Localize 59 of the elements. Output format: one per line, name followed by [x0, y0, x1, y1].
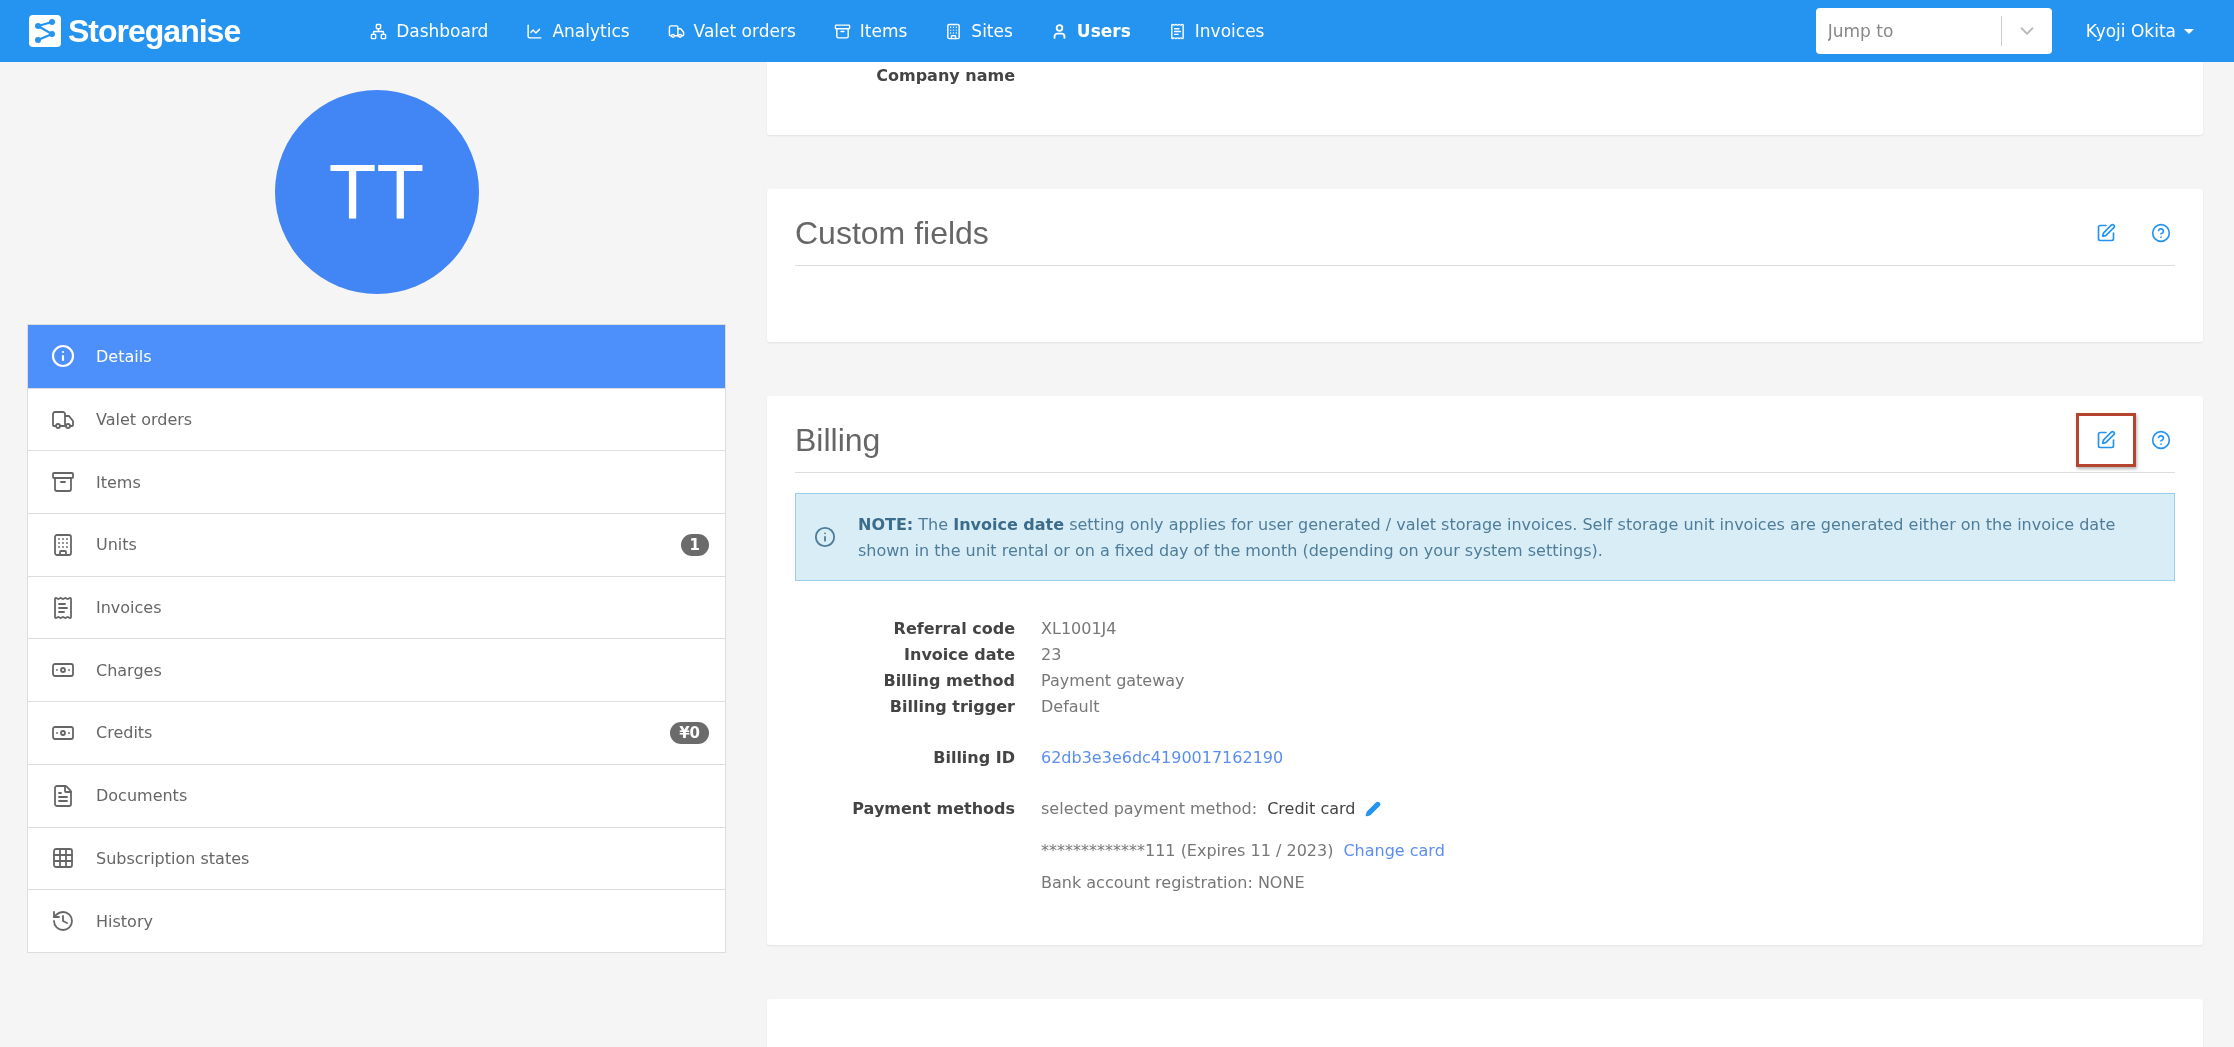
- card-title: Billing: [795, 421, 882, 460]
- nav-link[interactable]: Sites: [945, 21, 1013, 41]
- field-label: Company name: [875, 65, 1015, 87]
- user-menu[interactable]: Kyoji Okita: [2085, 21, 2194, 41]
- sitemap-icon: [370, 22, 388, 40]
- archive-icon: [833, 22, 851, 40]
- count-badge: 1: [680, 533, 709, 556]
- logo-icon: [28, 14, 62, 48]
- info-icon: [51, 344, 75, 369]
- info-icon: [814, 526, 836, 548]
- nav-link[interactable]: Users: [1050, 21, 1131, 41]
- invoice-icon: [1168, 22, 1186, 40]
- field-value: 23: [1041, 644, 1063, 666]
- sidebar-label: Credits: [96, 723, 154, 743]
- table-icon: [51, 846, 75, 871]
- card-number: *************111 (Expires 11 / 2023): [1041, 840, 1334, 862]
- field-label: Invoice date: [903, 644, 1015, 666]
- billing-id-link[interactable]: 62db3e3e6dc4190017162190: [1041, 746, 1284, 770]
- sidebar-item[interactable]: Details: [28, 325, 725, 388]
- sidebar-label: Units: [96, 535, 138, 555]
- sidebar-label: Invoices: [96, 598, 163, 618]
- archive-icon: [51, 470, 75, 495]
- field-value: XL1001J4: [1041, 618, 1118, 640]
- field-label: Billing method: [882, 670, 1015, 692]
- sidebar-label: Documents: [96, 786, 189, 806]
- sidebar-label: Items: [96, 472, 142, 492]
- edit-icon[interactable]: [1365, 801, 1382, 817]
- nav-link[interactable]: Dashboard: [370, 21, 489, 41]
- history-icon: [51, 909, 75, 934]
- card-title: Custom fields: [795, 214, 990, 253]
- count-badge: ¥0: [670, 721, 709, 744]
- building-icon: [51, 532, 75, 557]
- invoice-icon: [51, 595, 75, 620]
- field-value: selected payment method:: [1041, 798, 1258, 820]
- nav-link[interactable]: Invoices: [1168, 21, 1265, 41]
- document-icon: [51, 783, 75, 808]
- field-value: Payment gateway: [1041, 670, 1186, 692]
- avatar: TT: [274, 90, 479, 294]
- field-label: Billing trigger: [888, 696, 1015, 718]
- truck-icon: [667, 22, 685, 40]
- nav-link[interactable]: Valet orders: [667, 21, 796, 41]
- sidebar-label: Details: [96, 346, 153, 366]
- logo-text: Storeganise: [68, 12, 241, 50]
- chart-icon: [526, 22, 544, 40]
- note-text: NOTE: The Invoice date setting only applies for user generated / valet storage invoices. Self storage unit invoices are generated either on the invoice date shown in the unit rental or on a fixed day of the month (depending on your system settings).: [858, 514, 2117, 562]
- payment-method: Credit card: [1267, 798, 1356, 820]
- sidebar-label: History: [96, 911, 154, 931]
- field-label: Referral code: [892, 618, 1015, 640]
- field-value: Default: [1041, 696, 1101, 718]
- sidebar-label: Valet orders: [96, 410, 194, 430]
- change-card-link[interactable]: Change card: [1343, 839, 1445, 863]
- bank-registration: Bank account registration: NONE: [1041, 872, 1305, 894]
- nav-link[interactable]: Analytics: [526, 21, 630, 41]
- nav-link[interactable]: Items: [833, 21, 908, 41]
- field-label: Billing ID: [932, 747, 1015, 769]
- sidebar-label: Subscription states: [96, 848, 251, 868]
- building-icon: [945, 22, 963, 40]
- field-label: Payment methods: [851, 798, 1015, 820]
- sidebar-label: Charges: [96, 660, 163, 680]
